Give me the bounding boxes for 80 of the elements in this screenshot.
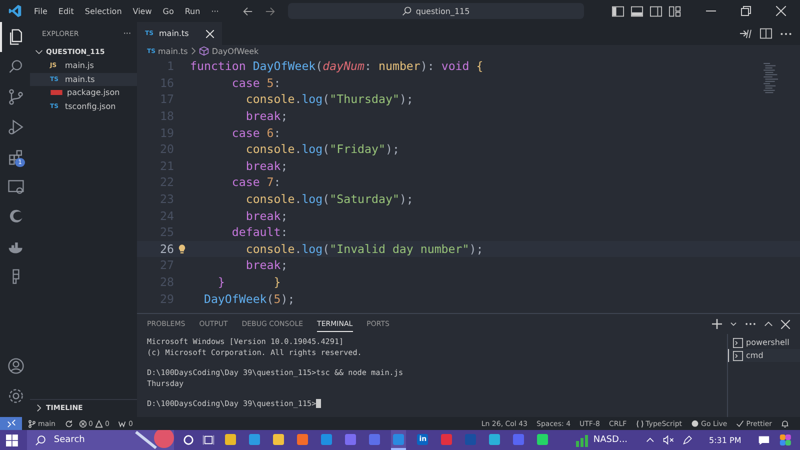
copilot-icon[interactable] bbox=[779, 433, 792, 447]
chevron-icon bbox=[35, 48, 43, 56]
cube-icon bbox=[198, 46, 209, 56]
search-highlight-drawing bbox=[134, 430, 174, 450]
error-icon bbox=[78, 420, 86, 428]
terminal-icon bbox=[733, 338, 743, 348]
stock-widget[interactable]: NASD... bbox=[575, 433, 628, 447]
branch-icon bbox=[28, 420, 36, 428]
vscode-logo-icon bbox=[8, 4, 22, 18]
more-actions-button[interactable]: ··· bbox=[123, 29, 131, 38]
code-line: case 5: bbox=[230, 76, 281, 90]
bar-chart-icon bbox=[575, 433, 590, 447]
windows-start-icon[interactable] bbox=[6, 434, 18, 446]
close-icon[interactable] bbox=[776, 6, 786, 16]
muted-speaker-icon[interactable] bbox=[662, 435, 674, 445]
code-line: break; bbox=[244, 258, 288, 272]
remote-indicator[interactable] bbox=[0, 417, 22, 430]
layout-icon[interactable] bbox=[669, 6, 681, 16]
notification-icon[interactable] bbox=[758, 434, 770, 446]
taskbar-search-field[interactable]: Search bbox=[26, 430, 174, 450]
menu-item[interactable]: File bbox=[34, 6, 48, 16]
chevron-up-icon[interactable] bbox=[646, 437, 654, 443]
new-terminal-icon[interactable] bbox=[712, 319, 722, 329]
dropdown-caret-icon[interactable] bbox=[730, 322, 737, 326]
code-line: case 7: bbox=[230, 175, 281, 190]
menu-item[interactable]: Edit bbox=[58, 6, 74, 16]
code-line: default: bbox=[230, 225, 288, 240]
code-line: break; bbox=[244, 109, 288, 124]
task-view-icon[interactable] bbox=[203, 434, 214, 446]
search-icon bbox=[402, 6, 412, 16]
chevron-icon bbox=[190, 47, 196, 55]
chevron-icon bbox=[35, 404, 43, 412]
braces-icon bbox=[636, 420, 644, 428]
panel-toggle-icon[interactable] bbox=[631, 6, 643, 16]
split-editor-icon[interactable] bbox=[760, 28, 772, 39]
secondary-sidebar-icon[interactable] bbox=[650, 6, 662, 16]
code-line: break; bbox=[244, 208, 288, 223]
sidebar-toggle-icon[interactable] bbox=[612, 6, 624, 16]
command-center-search[interactable]: question_115 bbox=[288, 3, 584, 19]
search-icon bbox=[34, 434, 46, 446]
code-line: console.log("Invalid day number"); bbox=[244, 242, 484, 256]
menu-item[interactable]: ··· bbox=[211, 6, 219, 16]
terminal-list-item[interactable]: powershell bbox=[728, 336, 800, 349]
explorer-file[interactable]: package.json bbox=[30, 86, 137, 100]
code-line: console.log("Saturday"); bbox=[244, 192, 414, 206]
taskbar-app-icon[interactable] bbox=[391, 430, 406, 450]
close-icon[interactable] bbox=[206, 30, 214, 38]
back-arrow-icon[interactable] bbox=[242, 6, 253, 16]
menu-item[interactable]: Selection bbox=[84, 6, 122, 16]
terminal-icon bbox=[733, 350, 743, 360]
code-line: break; bbox=[244, 158, 288, 173]
more-icon[interactable] bbox=[745, 322, 756, 326]
remote-icon bbox=[6, 419, 16, 428]
circle-icon[interactable] bbox=[183, 434, 194, 446]
forward-arrow-icon[interactable] bbox=[264, 6, 276, 16]
line-number: 26 bbox=[159, 242, 174, 256]
menu-item[interactable]: Go bbox=[162, 6, 174, 16]
maximize-panel-icon[interactable] bbox=[764, 321, 773, 327]
more-icon[interactable] bbox=[780, 32, 792, 36]
pen-icon[interactable] bbox=[682, 435, 692, 445]
check-icon bbox=[736, 420, 744, 428]
code-line: } } bbox=[216, 275, 281, 290]
code-line: console.log("Friday"); bbox=[244, 142, 400, 156]
warning-icon bbox=[94, 420, 103, 428]
menu-item[interactable]: View bbox=[132, 6, 152, 16]
terminal-list-item[interactable]: cmd bbox=[728, 349, 800, 362]
compare-icon[interactable] bbox=[739, 28, 752, 39]
lightbulb-icon[interactable] bbox=[178, 244, 186, 254]
code-line: console.log("Thursday"); bbox=[244, 92, 414, 106]
close-icon[interactable] bbox=[781, 320, 790, 328]
restore-icon[interactable] bbox=[741, 6, 751, 16]
breadcrumb-symbol[interactable]: DayOfWeek bbox=[212, 46, 259, 56]
sync-icon[interactable] bbox=[64, 420, 72, 428]
menu-item[interactable]: Run bbox=[184, 6, 200, 16]
code-line: DayOfWeek(5); bbox=[202, 292, 295, 306]
bell-icon[interactable] bbox=[781, 419, 789, 428]
clock[interactable]: 5:31 PM bbox=[709, 436, 742, 444]
code-line: case 6: bbox=[230, 126, 281, 140]
code-line: function DayOfWeek(dayNum: number): void { bbox=[190, 59, 484, 74]
broadcast-icon bbox=[691, 420, 700, 428]
